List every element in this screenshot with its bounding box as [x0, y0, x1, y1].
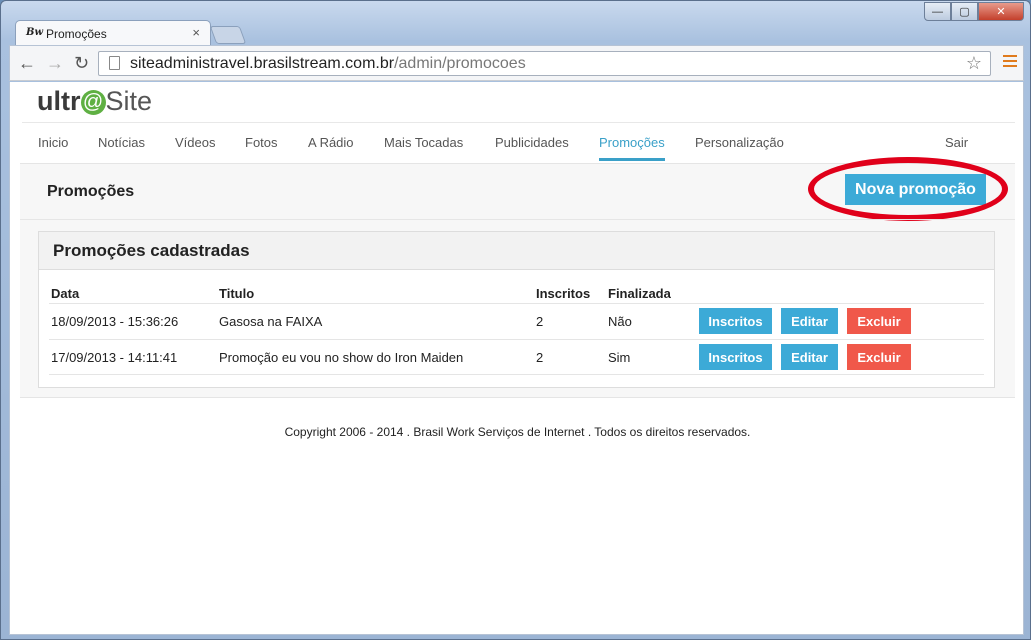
nav-item-noticias[interactable]: Notícias	[98, 135, 145, 150]
active-tab-indicator	[599, 158, 665, 161]
column-header-titulo: Titulo	[219, 286, 255, 301]
reload-icon[interactable]: ↻	[74, 53, 89, 74]
delete-button[interactable]: Excluir	[847, 308, 911, 334]
browser-toolbar: ← → ↻ siteadministravel.brasilstream.com…	[9, 45, 1024, 81]
cell-finalizada: Sim	[608, 350, 631, 365]
nav-item-fotos[interactable]: Fotos	[245, 135, 278, 150]
chrome-menu-icon[interactable]	[1003, 55, 1017, 69]
nav-item-promocoes[interactable]: Promoções	[599, 135, 665, 150]
column-header-finalizada: Finalizada	[608, 286, 671, 301]
footer-copyright: Copyright 2006 - 2014 . Brasil Work Serv…	[284, 425, 751, 439]
bookmark-star-icon[interactable]: ☆	[966, 53, 982, 74]
panel-title: Promoções cadastradas	[53, 241, 250, 260]
table-row: 17/09/2013 - 14:11:41 Promoção eu vou no…	[49, 339, 984, 375]
at-logo-icon: @	[80, 90, 106, 115]
nav-item-sair[interactable]: Sair	[945, 135, 968, 150]
new-tab-button[interactable]	[209, 26, 247, 44]
cell-title: Promoção eu vou no show do Iron Maiden	[219, 350, 464, 365]
cell-title: Gasosa na FAIXA	[219, 314, 323, 329]
nav-item-mais-tocadas[interactable]: Mais Tocadas	[384, 135, 463, 150]
cell-date: 18/09/2013 - 15:36:26	[51, 314, 179, 329]
nav-item-publicidades[interactable]: Publicidades	[495, 135, 569, 150]
cell-finalizada: Não	[608, 314, 632, 329]
minimize-button[interactable]: —	[924, 2, 951, 21]
edit-button[interactable]: Editar	[781, 308, 838, 334]
address-bar[interactable]: siteadministravel.brasilstream.com.br/ad…	[98, 51, 991, 76]
page-title: Promoções	[47, 183, 135, 200]
url-text[interactable]: siteadministravel.brasilstream.com.br/ad…	[130, 55, 526, 73]
nav-item-personalizacao[interactable]: Personalização	[695, 135, 784, 150]
inscritos-button[interactable]: Inscritos	[699, 308, 772, 334]
cell-date: 17/09/2013 - 14:11:41	[51, 350, 178, 365]
promotions-panel: Promoções cadastradas Data Titulo Inscri…	[38, 231, 995, 388]
edit-button[interactable]: Editar	[781, 344, 838, 370]
close-window-button[interactable]: ✕	[978, 2, 1024, 21]
nav-item-radio[interactable]: A Rádio	[308, 135, 354, 150]
panel-header: Promoções cadastradas	[39, 232, 994, 270]
site-logo[interactable]: ultr @Site	[37, 86, 152, 117]
header-divider	[22, 122, 1015, 123]
browser-window: — ▢ ✕ Bw Promoções × ← → ↻ siteadministr…	[0, 0, 1031, 640]
browser-tab[interactable]: Bw Promoções ×	[15, 20, 211, 46]
tab-title: Promoções	[46, 27, 107, 41]
column-header-data: Data	[51, 286, 80, 301]
cell-inscritos: 2	[536, 350, 544, 365]
cell-inscritos: 2	[536, 314, 544, 329]
table-row: 18/09/2013 - 15:36:26 Gasosa na FAIXA 2 …	[49, 303, 984, 339]
delete-button[interactable]: Excluir	[847, 344, 911, 370]
forward-icon[interactable]: →	[46, 53, 64, 74]
nav-item-inicio[interactable]: Inicio	[38, 135, 68, 150]
back-icon[interactable]: ←	[18, 53, 36, 74]
highlight-annotation	[808, 157, 1008, 221]
column-header-inscritos: Inscritos	[536, 286, 591, 301]
window-controls: — ▢ ✕	[924, 2, 1024, 21]
main-content: Promoções Nova promoção Promoções cadast…	[20, 157, 1015, 398]
nav-item-videos[interactable]: Vídeos	[175, 135, 215, 150]
page-viewport: ultr @Site Inicio Notícias Vídeos Fotos A…	[9, 82, 1024, 635]
inscritos-button[interactable]: Inscritos	[699, 344, 772, 370]
maximize-button[interactable]: ▢	[951, 2, 978, 21]
favicon-icon: Bw	[26, 27, 44, 38]
title-divider	[20, 219, 1015, 220]
tab-close-icon[interactable]: ×	[192, 25, 200, 40]
page-icon	[109, 56, 120, 70]
